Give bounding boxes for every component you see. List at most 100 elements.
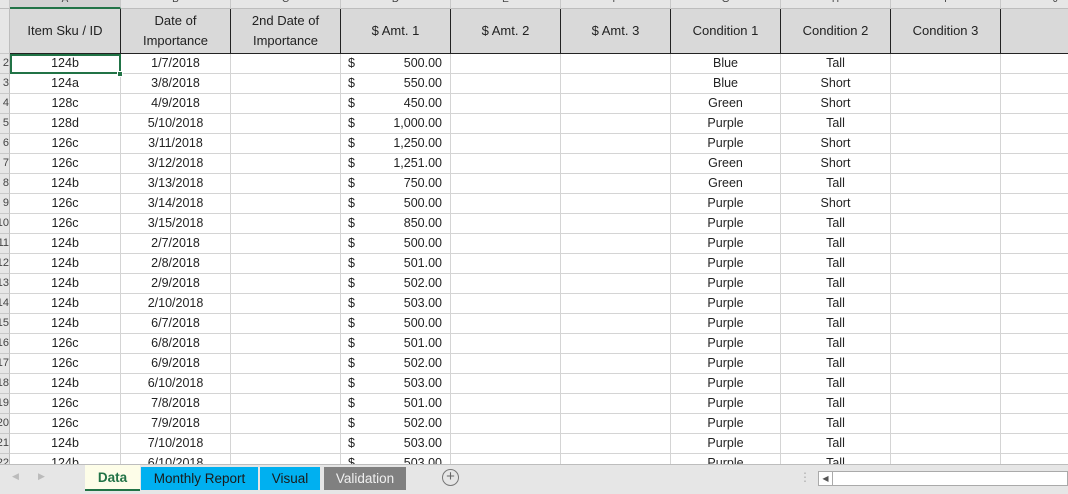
- table-cell[interactable]: [561, 214, 671, 234]
- table-cell[interactable]: [451, 354, 561, 374]
- table-cell[interactable]: 124b: [10, 434, 121, 454]
- table-cell[interactable]: [561, 334, 671, 354]
- table-cell[interactable]: [231, 214, 341, 234]
- table-cell[interactable]: Tall: [781, 454, 891, 464]
- table-cell[interactable]: [1001, 354, 1068, 374]
- table-cell[interactable]: [231, 134, 341, 154]
- amount-cell[interactable]: $1,000.00: [341, 114, 451, 134]
- table-cell[interactable]: 1/7/2018: [121, 54, 231, 74]
- row-header[interactable]: 3: [0, 74, 10, 94]
- table-cell[interactable]: [231, 354, 341, 374]
- header-cell[interactable]: Condition 2: [781, 9, 891, 54]
- table-cell[interactable]: Purple: [671, 334, 781, 354]
- table-cell[interactable]: [451, 294, 561, 314]
- row-header[interactable]: 2: [0, 54, 10, 74]
- table-cell[interactable]: [1001, 314, 1068, 334]
- table-cell[interactable]: [561, 54, 671, 74]
- row-header[interactable]: 4: [0, 94, 10, 114]
- sheet-tab-validation[interactable]: Validation: [324, 467, 406, 490]
- table-cell[interactable]: [231, 274, 341, 294]
- column-header-A[interactable]: A: [10, 0, 121, 9]
- table-cell[interactable]: Tall: [781, 214, 891, 234]
- table-cell[interactable]: Tall: [781, 114, 891, 134]
- table-cell[interactable]: 2/8/2018: [121, 254, 231, 274]
- scroll-left-icon[interactable]: ◀: [819, 472, 833, 485]
- table-cell[interactable]: [891, 214, 1001, 234]
- table-cell[interactable]: [561, 114, 671, 134]
- table-cell[interactable]: [561, 174, 671, 194]
- table-cell[interactable]: [1001, 194, 1068, 214]
- table-cell[interactable]: [231, 234, 341, 254]
- amount-cell[interactable]: $750.00: [341, 174, 451, 194]
- table-cell[interactable]: Purple: [671, 454, 781, 464]
- header-cell[interactable]: 2nd Date of Importance: [231, 9, 341, 54]
- table-cell[interactable]: Tall: [781, 254, 891, 274]
- table-cell[interactable]: Purple: [671, 294, 781, 314]
- table-cell[interactable]: [451, 194, 561, 214]
- table-cell[interactable]: [1001, 434, 1068, 454]
- table-cell[interactable]: [231, 374, 341, 394]
- table-cell[interactable]: [891, 54, 1001, 74]
- table-cell[interactable]: Green: [671, 154, 781, 174]
- column-header-J[interactable]: J: [1001, 0, 1068, 9]
- amount-cell[interactable]: $502.00: [341, 274, 451, 294]
- table-cell[interactable]: [451, 454, 561, 464]
- row-header[interactable]: 17: [0, 354, 10, 374]
- table-cell[interactable]: 124b: [10, 254, 121, 274]
- table-cell[interactable]: 124b: [10, 374, 121, 394]
- column-header-F[interactable]: F: [561, 0, 671, 9]
- amount-cell[interactable]: $503.00: [341, 434, 451, 454]
- table-cell[interactable]: [561, 394, 671, 414]
- table-cell[interactable]: 128d: [10, 114, 121, 134]
- table-cell[interactable]: [891, 354, 1001, 374]
- table-cell[interactable]: 5/10/2018: [121, 114, 231, 134]
- table-cell[interactable]: [451, 154, 561, 174]
- table-cell[interactable]: [561, 134, 671, 154]
- table-cell[interactable]: 3/11/2018: [121, 134, 231, 154]
- table-cell[interactable]: Short: [781, 134, 891, 154]
- table-cell[interactable]: 126c: [10, 414, 121, 434]
- column-header-I[interactable]: I: [891, 0, 1001, 9]
- header-cell[interactable]: Condition 1: [671, 9, 781, 54]
- table-cell[interactable]: 126c: [10, 194, 121, 214]
- sheet-tab-visual[interactable]: Visual: [260, 467, 320, 490]
- table-cell[interactable]: Purple: [671, 394, 781, 414]
- amount-cell[interactable]: $550.00: [341, 74, 451, 94]
- table-cell[interactable]: [561, 354, 671, 374]
- amount-cell[interactable]: $450.00: [341, 94, 451, 114]
- header-cell[interactable]: $ Amt. 2: [451, 9, 561, 54]
- table-cell[interactable]: Blue: [671, 74, 781, 94]
- header-cell[interactable]: $ Amt. 1: [341, 9, 451, 54]
- table-cell[interactable]: [1001, 214, 1068, 234]
- table-cell[interactable]: [451, 114, 561, 134]
- table-cell[interactable]: 124b: [10, 454, 121, 464]
- table-cell[interactable]: Purple: [671, 134, 781, 154]
- row-header[interactable]: 10: [0, 214, 10, 234]
- table-cell[interactable]: [451, 54, 561, 74]
- table-cell[interactable]: [1001, 414, 1068, 434]
- amount-cell[interactable]: $502.00: [341, 354, 451, 374]
- amount-cell[interactable]: $850.00: [341, 214, 451, 234]
- amount-cell[interactable]: $500.00: [341, 194, 451, 214]
- table-cell[interactable]: [451, 254, 561, 274]
- table-cell[interactable]: [1001, 274, 1068, 294]
- row-header[interactable]: 20: [0, 414, 10, 434]
- table-cell[interactable]: Purple: [671, 214, 781, 234]
- amount-cell[interactable]: $501.00: [341, 334, 451, 354]
- table-cell[interactable]: [891, 434, 1001, 454]
- row-header-1[interactable]: [0, 9, 10, 54]
- table-cell[interactable]: 3/12/2018: [121, 154, 231, 174]
- table-cell[interactable]: 2/7/2018: [121, 234, 231, 254]
- table-cell[interactable]: 124b: [10, 274, 121, 294]
- table-cell[interactable]: [561, 154, 671, 174]
- table-cell[interactable]: [891, 134, 1001, 154]
- table-cell[interactable]: [231, 314, 341, 334]
- table-cell[interactable]: [1001, 154, 1068, 174]
- table-cell[interactable]: [561, 434, 671, 454]
- table-cell[interactable]: [1001, 294, 1068, 314]
- table-cell[interactable]: [451, 214, 561, 234]
- table-cell[interactable]: [231, 54, 341, 74]
- splitter-handle[interactable]: ⋮: [799, 470, 811, 484]
- table-cell[interactable]: 6/10/2018: [121, 454, 231, 464]
- table-cell[interactable]: 4/9/2018: [121, 94, 231, 114]
